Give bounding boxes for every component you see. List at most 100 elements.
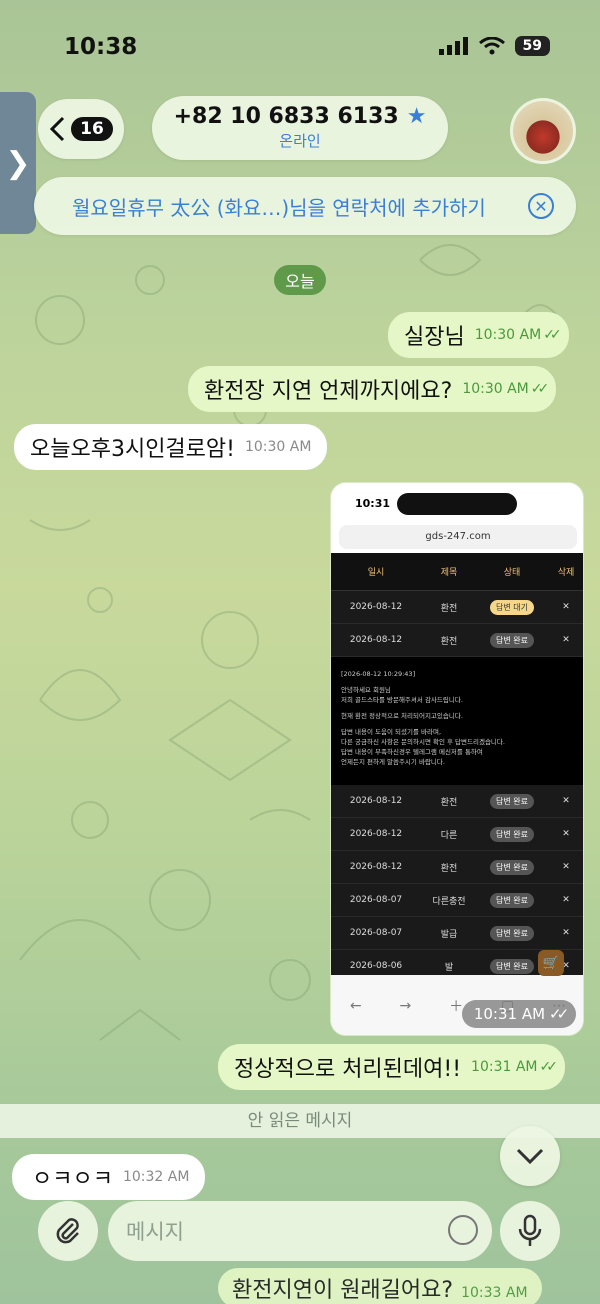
delete-icon: ✕ — [562, 895, 570, 905]
message-text: 환전장 지연 언제까지에요? — [204, 379, 453, 404]
message-bubble[interactable]: 오늘오후3시인걸로암! 10:30 AM — [14, 424, 328, 470]
reply-line: 저희 골드스타를 방문해주셔서 감사드립니다. — [341, 696, 463, 704]
presence-status: 온라인 — [279, 132, 321, 150]
status-time: 10:38 — [64, 34, 138, 60]
reply-line: 언제든지 편하게 말씀주시기 바랍니다. — [341, 758, 445, 766]
row-title: 발급 — [440, 929, 458, 940]
message-time: 10:31 AM — [473, 1005, 546, 1023]
table-row: 2026-08-12 환전 답변 대기 ✕ — [331, 591, 583, 624]
row-status: 답변 완료 — [490, 892, 534, 908]
contact-phone: +82 10 6833 6133 — [173, 104, 399, 129]
row-title: 환전 — [440, 603, 458, 614]
delete-icon: ✕ — [562, 796, 570, 806]
table-row: 2026-08-12 환전 답변 완료 ✕ — [331, 785, 583, 818]
chevron-down-icon — [516, 1148, 544, 1165]
row-date: 2026-08-07 — [349, 928, 403, 938]
table-row: 2026-08-07 다른충전 답변 완료 ✕ — [331, 884, 583, 917]
reply-line: 답변 내용이 도움이 되셨기를 바라며, — [341, 728, 442, 736]
side-drawer-handle[interactable]: ❯ — [0, 92, 36, 234]
chevron-left-icon — [50, 116, 65, 142]
message-bubble[interactable]: ㅇㅋㅇㅋ 10:32 AM — [12, 1154, 206, 1200]
row-date: 2026-08-12 — [349, 862, 403, 872]
dynamic-island — [397, 493, 517, 515]
message-text: 정상적으로 처리된데여!! — [234, 1057, 462, 1082]
plus-icon: ＋ — [449, 999, 464, 1015]
close-icon[interactable]: ✕ — [528, 193, 554, 219]
row-title: 다른 — [440, 830, 458, 841]
paperclip-icon — [56, 1218, 79, 1244]
composer: 메시지 — [0, 1195, 600, 1275]
read-checks-icon: ✓✓ — [543, 327, 562, 343]
row-status: 답변 완료 — [490, 925, 534, 941]
message-text: 오늘오후3시인걸로암! — [30, 437, 235, 462]
microphone-icon — [518, 1214, 542, 1246]
reply-line: 답변 내용이 부족하신경우 텔레그램 메신저를 통하여 — [341, 748, 483, 756]
read-checks-icon: ✓✓ — [549, 1005, 569, 1023]
read-checks-icon: ✓✓ — [530, 381, 550, 397]
add-contact-label: 월요일휴무 太公 (화요…)님을 연락처에 추가하기 — [72, 195, 486, 220]
row-status: 답변 완료 — [490, 793, 534, 809]
message-input[interactable]: 메시지 — [108, 1201, 492, 1261]
header-cell: 일시 — [367, 568, 385, 578]
row-title: 환전 — [440, 863, 458, 874]
shot-table-header: 일시 제목 상태 삭제 — [331, 553, 583, 591]
add-contact-banner[interactable]: 월요일휴무 太公 (화요…)님을 연락처에 추가하기 ✕ — [34, 177, 576, 235]
delete-icon: ✕ — [562, 862, 570, 872]
table-row: 2026-08-12 환전 답변 완료 ✕ — [331, 624, 583, 657]
cart-icon: 🛒 — [538, 950, 564, 976]
message-text: 환전지연이 원래길어요? — [232, 1278, 454, 1303]
message-text: ㅇㅋㅇㅋ — [32, 1167, 113, 1192]
message-bubble[interactable]: 정상적으로 처리된데여!! 10:31 AM ✓✓ — [218, 1044, 565, 1090]
row-status: 답변 완료 — [490, 826, 534, 842]
mic-button[interactable] — [500, 1201, 560, 1261]
row-date: 2026-08-06 — [349, 961, 403, 971]
status-icons: 59 — [438, 36, 550, 56]
back-button[interactable]: 16 — [38, 99, 124, 159]
arrow-right-icon: → — [399, 998, 412, 1014]
header-cell: 제목 — [440, 568, 458, 578]
message-time: 10:33 AM — [461, 1285, 528, 1301]
unread-count-badge: 16 — [71, 117, 113, 141]
message-time: 10:30 AM — [462, 381, 529, 397]
shot-reply-message: [2026-08-12 10:29:43] 안녕하세요 회원님 저희 골드스타를… — [331, 657, 583, 785]
row-date: 2026-08-12 — [349, 796, 403, 806]
battery-indicator: 59 — [514, 36, 550, 56]
message-text: 실장님 — [404, 325, 465, 350]
contact-avatar[interactable] — [510, 98, 576, 164]
signal-icon — [438, 37, 468, 55]
row-title: 다른충전 — [432, 896, 466, 907]
message-time: 10:32 AM — [122, 1169, 190, 1185]
delete-icon: ✕ — [562, 635, 570, 645]
chat-title[interactable]: +82 10 6833 6133 ★ 온라인 — [152, 96, 448, 160]
message-time: 10:30 AM — [244, 439, 312, 455]
star-icon: ★ — [406, 104, 427, 129]
arrow-left-icon: ← — [349, 998, 362, 1014]
date-separator: 오늘 — [274, 265, 326, 295]
row-title: 환전 — [440, 636, 458, 647]
delete-icon: ✕ — [562, 602, 570, 612]
chevron-right-icon: ❯ — [5, 145, 31, 181]
message-bubble[interactable]: 환전장 지연 언제까지에요? 10:30 AM ✓✓ — [188, 366, 557, 412]
row-status: 답변 완료 — [490, 958, 534, 974]
row-date: 2026-08-12 — [349, 635, 403, 645]
message-time: 10:30 AM — [474, 327, 542, 343]
shot-url-bar: gds-247.com — [339, 525, 577, 549]
status-bar: 10:38 59 — [0, 0, 600, 90]
message-input-placeholder: 메시지 — [126, 1220, 184, 1244]
delete-icon: ✕ — [562, 829, 570, 839]
attach-button[interactable] — [38, 1201, 98, 1261]
read-checks-icon: ✓✓ — [539, 1059, 559, 1075]
row-date: 2026-08-07 — [349, 895, 403, 905]
table-row: 2026-08-07 발급 답변 완료 ✕ — [331, 917, 583, 950]
shot-status-time: 10:31 — [355, 497, 391, 510]
image-time-badge: 10:31 AM ✓✓ — [462, 1000, 576, 1028]
header-cell: 삭제 — [557, 568, 575, 578]
message-time: 10:31 AM — [471, 1059, 538, 1075]
sticker-icon[interactable] — [448, 1215, 478, 1245]
header-cell: 상태 — [503, 568, 521, 578]
row-title: 환전 — [440, 797, 458, 808]
delete-icon: ✕ — [562, 928, 570, 938]
scroll-down-button[interactable] — [500, 1126, 560, 1186]
reply-line: [2026-08-12 10:29:43] — [341, 670, 416, 678]
message-bubble[interactable]: 실장님 10:30 AM ✓✓ — [388, 312, 569, 358]
